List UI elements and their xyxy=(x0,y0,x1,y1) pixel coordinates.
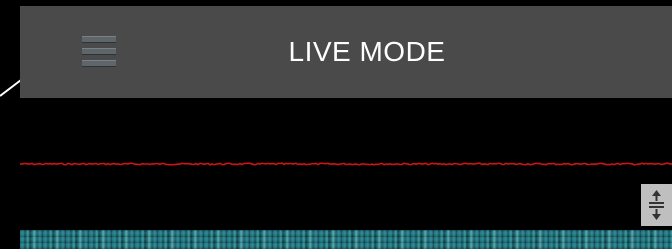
waterfall-texture xyxy=(20,230,672,249)
vertical-scale-button[interactable] xyxy=(641,184,672,226)
page-title: LIVE MODE xyxy=(288,36,446,67)
menu-bar-middle xyxy=(82,48,116,55)
waterfall-spectrogram xyxy=(20,230,672,249)
live-signal-trace xyxy=(20,162,672,166)
vertical-scale-icon xyxy=(649,190,664,220)
menu-bar-bottom xyxy=(82,60,116,67)
hamburger-menu-icon[interactable] xyxy=(82,34,116,70)
menu-bar-top xyxy=(82,36,116,43)
app-screen: LIVE MODE xyxy=(0,0,672,249)
top-app-bar: LIVE MODE xyxy=(20,6,672,98)
